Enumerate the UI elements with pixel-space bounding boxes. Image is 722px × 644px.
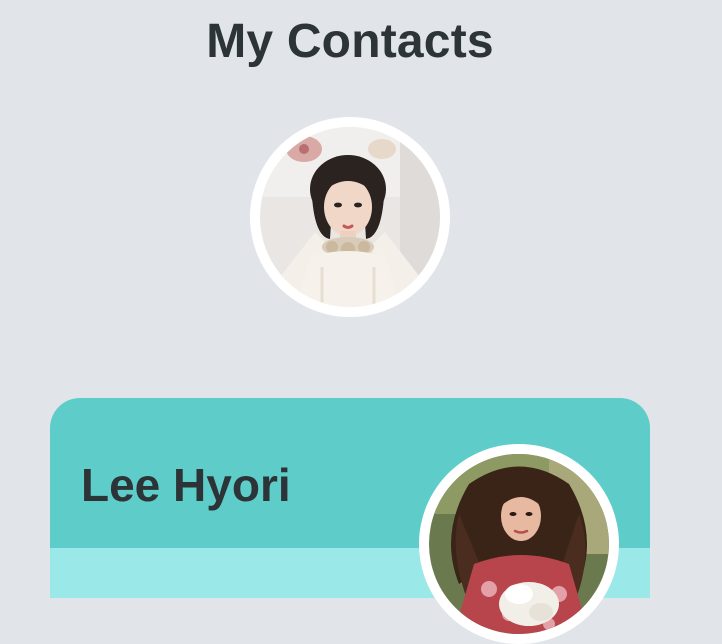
contact-photo-icon	[429, 454, 609, 634]
profile-avatar[interactable]	[250, 117, 450, 317]
contact-name: Lee Hyori	[81, 459, 291, 511]
page-title: My Contacts	[206, 15, 494, 68]
contact-avatar[interactable]	[419, 444, 619, 644]
profile-photo-icon	[260, 127, 440, 307]
